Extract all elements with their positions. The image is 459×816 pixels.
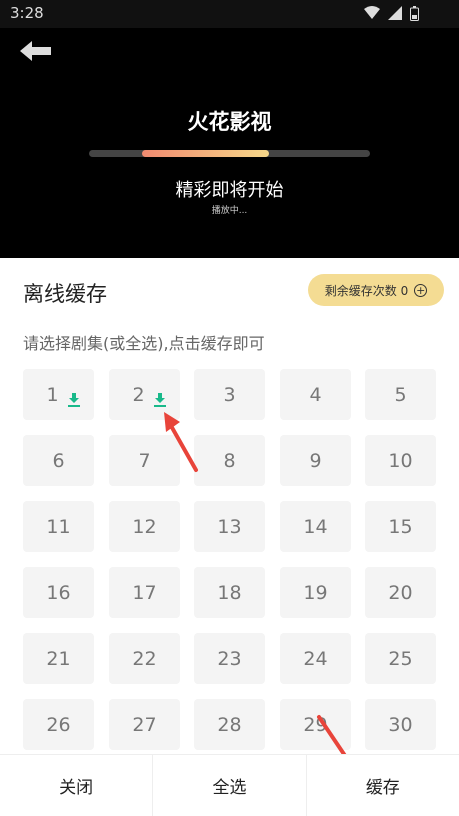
episode-label: 10 bbox=[388, 449, 413, 472]
remaining-cache-badge[interactable]: 剩余缓存次数 0 + bbox=[308, 274, 444, 306]
episode-25[interactable]: 25 bbox=[365, 633, 436, 684]
close-button[interactable]: 关闭 bbox=[0, 755, 154, 816]
episode-1[interactable]: 1 bbox=[23, 369, 94, 420]
player-title: 火花影视 bbox=[187, 110, 272, 134]
player-status: 播放中... bbox=[211, 206, 248, 216]
episode-label: 18 bbox=[217, 581, 242, 604]
annotation-arrow bbox=[164, 412, 198, 472]
episode-24[interactable]: 24 bbox=[280, 633, 351, 684]
signal-icon bbox=[388, 6, 402, 20]
episode-23[interactable]: 23 bbox=[194, 633, 265, 684]
plus-circle-icon: + bbox=[414, 283, 428, 297]
episode-label: 26 bbox=[46, 713, 71, 736]
wifi-icon bbox=[364, 6, 380, 19]
episode-26[interactable]: 26 bbox=[23, 699, 94, 750]
episode-label: 30 bbox=[388, 713, 413, 736]
episode-label: 8 bbox=[223, 449, 236, 472]
download-icon bbox=[68, 393, 80, 407]
episode-19[interactable]: 19 bbox=[280, 567, 351, 618]
episode-label: 5 bbox=[394, 383, 407, 406]
episode-20[interactable]: 20 bbox=[365, 567, 436, 618]
status-time: 3:28 bbox=[10, 4, 44, 22]
episode-17[interactable]: 17 bbox=[109, 567, 180, 618]
episode-27[interactable]: 27 bbox=[109, 699, 180, 750]
episode-label: 2 bbox=[132, 383, 145, 406]
episode-6[interactable]: 6 bbox=[23, 435, 94, 486]
player-subtitle: 精彩即将开始 bbox=[175, 180, 284, 201]
download-icon bbox=[154, 393, 166, 407]
video-player[interactable]: 火花影视 精彩即将开始 播放中... bbox=[0, 28, 459, 258]
episode-4[interactable]: 4 bbox=[280, 369, 351, 420]
episode-label: 1 bbox=[46, 383, 59, 406]
episode-label: 20 bbox=[388, 581, 413, 604]
episode-10[interactable]: 10 bbox=[365, 435, 436, 486]
episode-label: 9 bbox=[309, 449, 322, 472]
status-icons bbox=[364, 6, 419, 21]
back-arrow-icon[interactable] bbox=[18, 38, 54, 64]
episode-11[interactable]: 11 bbox=[23, 501, 94, 552]
episode-13[interactable]: 13 bbox=[194, 501, 265, 552]
episode-label: 17 bbox=[132, 581, 157, 604]
episode-22[interactable]: 22 bbox=[109, 633, 180, 684]
episode-21[interactable]: 21 bbox=[23, 633, 94, 684]
episode-14[interactable]: 14 bbox=[280, 501, 351, 552]
episode-label: 11 bbox=[46, 515, 71, 538]
episode-label: 13 bbox=[217, 515, 242, 538]
sheet-title: 离线缓存 bbox=[23, 282, 107, 306]
episode-label: 27 bbox=[132, 713, 157, 736]
episode-12[interactable]: 12 bbox=[109, 501, 180, 552]
episode-label: 12 bbox=[132, 515, 157, 538]
episode-15[interactable]: 15 bbox=[365, 501, 436, 552]
episode-label: 19 bbox=[303, 581, 328, 604]
episode-label: 22 bbox=[132, 647, 157, 670]
episode-label: 21 bbox=[46, 647, 71, 670]
bottom-action-bar: 关闭 全选 缓存 bbox=[0, 754, 459, 816]
remaining-cache-label: 剩余缓存次数 0 bbox=[324, 283, 409, 298]
episode-label: 28 bbox=[217, 713, 242, 736]
episode-label: 3 bbox=[223, 383, 236, 406]
episode-9[interactable]: 9 bbox=[280, 435, 351, 486]
select-all-button[interactable]: 全选 bbox=[153, 755, 307, 816]
battery-icon bbox=[410, 6, 419, 21]
episode-label: 24 bbox=[303, 647, 328, 670]
episode-label: 15 bbox=[388, 515, 413, 538]
select-hint: 请选择剧集(或全选),点击缓存即可 bbox=[23, 334, 265, 353]
cache-button[interactable]: 缓存 bbox=[307, 755, 459, 816]
status-bar: 3:28 bbox=[0, 0, 459, 28]
episode-label: 6 bbox=[52, 449, 65, 472]
episode-label: 7 bbox=[138, 449, 151, 472]
episode-label: 14 bbox=[303, 515, 328, 538]
progress-fill bbox=[142, 150, 269, 157]
episode-label: 16 bbox=[46, 581, 71, 604]
offline-cache-sheet: 离线缓存 剩余缓存次数 0 + 请选择剧集(或全选),点击缓存即可 123456… bbox=[0, 258, 459, 816]
episode-label: 23 bbox=[217, 647, 242, 670]
episode-18[interactable]: 18 bbox=[194, 567, 265, 618]
episode-5[interactable]: 5 bbox=[365, 369, 436, 420]
episode-16[interactable]: 16 bbox=[23, 567, 94, 618]
episode-28[interactable]: 28 bbox=[194, 699, 265, 750]
episode-label: 25 bbox=[388, 647, 413, 670]
episode-label: 4 bbox=[309, 383, 322, 406]
loading-progress bbox=[89, 150, 370, 157]
